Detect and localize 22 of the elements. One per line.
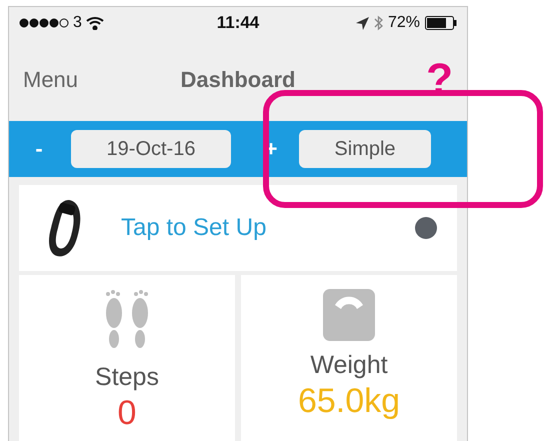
battery-icon — [425, 16, 457, 30]
metric-tile[interactable]: Weight 65.0kg — [241, 275, 457, 441]
page-title: Dashboard — [180, 67, 296, 92]
location-icon — [356, 16, 369, 30]
previous-day-button[interactable]: - — [21, 136, 57, 162]
date-button[interactable]: 19-Oct-16 — [71, 130, 231, 168]
metric-value: 0 — [118, 394, 136, 433]
battery-percent: 72% — [388, 14, 420, 32]
bluetooth-icon — [374, 15, 383, 31]
metric-label: Weight — [310, 351, 388, 380]
metric-tile[interactable]: Steps 0 — [19, 275, 235, 441]
carrier-name: 3 — [73, 14, 82, 32]
status-dot-icon — [415, 217, 437, 239]
signal-icon — [19, 18, 69, 28]
metric-value: 65.0kg — [298, 382, 400, 421]
device-setup-row[interactable]: Tap to Set Up — [19, 185, 457, 271]
status-time: 11:44 — [216, 13, 260, 32]
menu-button[interactable]: Menu — [23, 67, 78, 93]
scale-icon — [323, 289, 375, 341]
metric-label: Steps — [95, 363, 159, 392]
wifi-icon — [86, 16, 104, 30]
mode-button[interactable]: Simple — [299, 130, 431, 168]
